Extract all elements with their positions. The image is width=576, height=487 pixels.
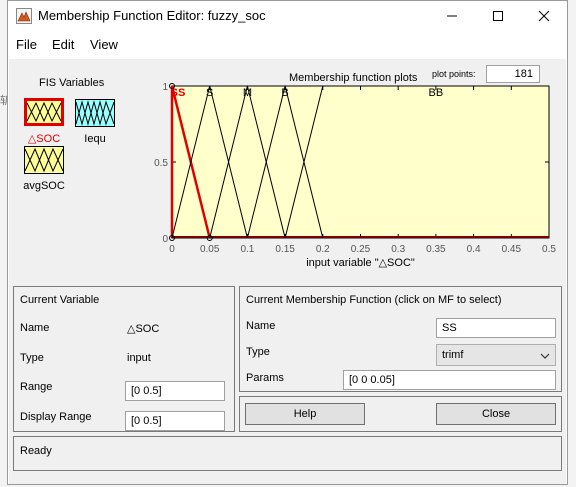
x-tick-label: 0.15 bbox=[275, 244, 295, 255]
mf-label-s: S bbox=[206, 87, 213, 99]
display-range-label: Display Range bbox=[20, 411, 92, 423]
buttons-group: Help Close bbox=[239, 396, 562, 432]
current-variable-title: Current Variable bbox=[20, 294, 100, 306]
status-bar: Ready bbox=[13, 436, 562, 471]
y-tick-label: 0 bbox=[162, 234, 168, 245]
window-title: Membership Function Editor: fuzzy_soc bbox=[38, 8, 266, 23]
current-mf-title: Current Membership Function (click on MF… bbox=[246, 294, 502, 306]
close-window-button[interactable] bbox=[521, 1, 567, 31]
x-tick-label: 0.4 bbox=[467, 244, 481, 255]
variable-type-label: Type bbox=[20, 352, 44, 364]
close-button[interactable]: Close bbox=[436, 403, 556, 425]
y-tick-label: 1 bbox=[162, 82, 168, 93]
x-tick-label: 0.05 bbox=[200, 244, 220, 255]
variable-range-label: Range bbox=[20, 381, 53, 393]
x-tick-label: 0.45 bbox=[502, 244, 522, 255]
current-variable-group: Current Variable Name △SOC Type input Ra… bbox=[13, 286, 235, 432]
variable-range-input[interactable]: [0 0.5] bbox=[125, 381, 225, 401]
output-mf-icon bbox=[76, 100, 114, 126]
mf-label-b: B bbox=[281, 87, 288, 99]
fis-input-soc-label[interactable]: △SOC bbox=[23, 132, 65, 145]
input-mf-icon bbox=[25, 147, 63, 173]
mf-params-input[interactable]: [0 0 0.05] bbox=[343, 370, 556, 390]
x-tick-label: 0.3 bbox=[391, 244, 405, 255]
variable-type-value: input bbox=[127, 352, 151, 364]
upper-panel: FIS Variables △SOC Iequ avgSOC Membershi… bbox=[9, 59, 566, 274]
minimize-button[interactable] bbox=[429, 1, 475, 31]
fis-output-iequ-label[interactable]: Iequ bbox=[75, 133, 115, 145]
mf-editor-window: Membership Function Editor: fuzzy_soc Fi… bbox=[7, 0, 568, 485]
current-mf-group: Current Membership Function (click on MF… bbox=[239, 286, 562, 392]
fis-input-avgsoc-label[interactable]: avgSOC bbox=[19, 180, 69, 192]
chevron-down-icon bbox=[540, 353, 550, 359]
mf-type-value: trimf bbox=[442, 349, 464, 361]
menu-view[interactable]: View bbox=[90, 37, 118, 52]
membership-function-plot[interactable]: 0 0.05 0.1 0.15 0.2 0.25 0.3 0.35 0.4 0.45 0.5 0 0.5… bbox=[146, 81, 566, 271]
mf-label-ss: SS bbox=[171, 87, 186, 99]
mf-label-bb: BB bbox=[429, 87, 444, 99]
fis-input-soc-box[interactable] bbox=[24, 98, 64, 126]
mf-type-select[interactable]: trimf bbox=[436, 344, 556, 366]
mf-params-label: Params bbox=[246, 372, 284, 384]
menu-edit[interactable]: Edit bbox=[52, 37, 74, 52]
x-axis-label: input variable "△SOC" bbox=[306, 257, 415, 269]
menu-file[interactable]: File bbox=[16, 37, 37, 52]
fis-output-iequ-box[interactable] bbox=[75, 99, 115, 127]
matlab-app-icon bbox=[16, 8, 32, 24]
fis-input-avgsoc-box[interactable] bbox=[24, 146, 64, 174]
variable-name-label: Name bbox=[20, 322, 50, 334]
lower-panel: Current Variable Name △SOC Type input Ra… bbox=[9, 281, 566, 484]
input-mf-icon bbox=[27, 101, 61, 123]
x-tick-label: 0.1 bbox=[240, 244, 254, 255]
minimize-icon bbox=[447, 15, 457, 17]
display-range-input[interactable]: [0 0.5] bbox=[125, 411, 225, 431]
close-icon bbox=[538, 10, 550, 22]
x-tick-label: 0.5 bbox=[542, 244, 556, 255]
x-tick-label: 0.2 bbox=[316, 244, 330, 255]
x-tick-label: 0 bbox=[169, 244, 175, 255]
help-button[interactable]: Help bbox=[245, 403, 365, 425]
x-tick-label: 0.35 bbox=[426, 244, 446, 255]
y-tick-label: 0.5 bbox=[154, 158, 168, 169]
status-text: Ready bbox=[20, 445, 52, 457]
mf-label-m: M bbox=[243, 87, 252, 99]
maximize-button[interactable] bbox=[475, 1, 521, 31]
maximize-icon bbox=[493, 11, 503, 21]
mf-type-label: Type bbox=[246, 346, 270, 358]
variable-name-value: △SOC bbox=[127, 323, 160, 335]
fis-variables-title: FIS Variables bbox=[39, 77, 105, 89]
plot-points-label: plot points: bbox=[432, 69, 476, 79]
title-bar: Membership Function Editor: fuzzy_soc bbox=[8, 1, 567, 31]
menu-bar: File Edit View bbox=[8, 35, 567, 57]
mf-name-input[interactable]: SS bbox=[436, 318, 556, 338]
mf-name-label: Name bbox=[246, 320, 276, 332]
client-area: FIS Variables △SOC Iequ avgSOC Membershi… bbox=[9, 59, 566, 484]
x-tick-label: 0.25 bbox=[351, 244, 371, 255]
